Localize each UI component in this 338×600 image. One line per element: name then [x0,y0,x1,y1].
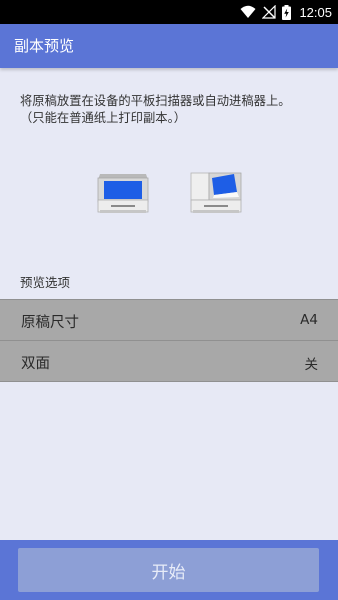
option-label: 双面 [21,356,50,372]
flatbed-scanner-icon [97,174,149,213]
start-button[interactable]: 开始 [18,548,319,592]
status-time: 12:05 [299,4,332,20]
app-bar: 副本预览 [0,24,338,68]
status-icons: 12:05 [240,0,332,24]
option-original-size[interactable]: 原稿尺寸 A4 [0,299,338,341]
bottom-bar: 开始 [0,540,338,600]
option-label: 原稿尺寸 [21,315,79,331]
preview-options-label: 预览选项 [20,275,71,290]
option-duplex[interactable]: 双面 关 [0,341,338,382]
instructions-line-2: （只能在普通纸上打印副本。） [20,111,187,125]
option-value: 关 [304,357,319,373]
wifi-icon [240,5,256,18]
instructions-text: 将原稿放置在设备的平板扫描器或自动进稿器上。 （只能在普通纸上打印副本。） [20,93,330,127]
page-title: 副本预览 [14,37,75,55]
signal-off-icon [262,5,277,19]
instructions-line-1: 将原稿放置在设备的平板扫描器或自动进稿器上。 [20,94,291,108]
battery-charging-icon [282,4,292,20]
preview-options-list: 原稿尺寸 A4 双面 关 [0,299,338,382]
status-bar: 12:05 [0,0,338,24]
option-value: A4 [300,312,318,328]
document-feeder-icon [190,172,242,213]
